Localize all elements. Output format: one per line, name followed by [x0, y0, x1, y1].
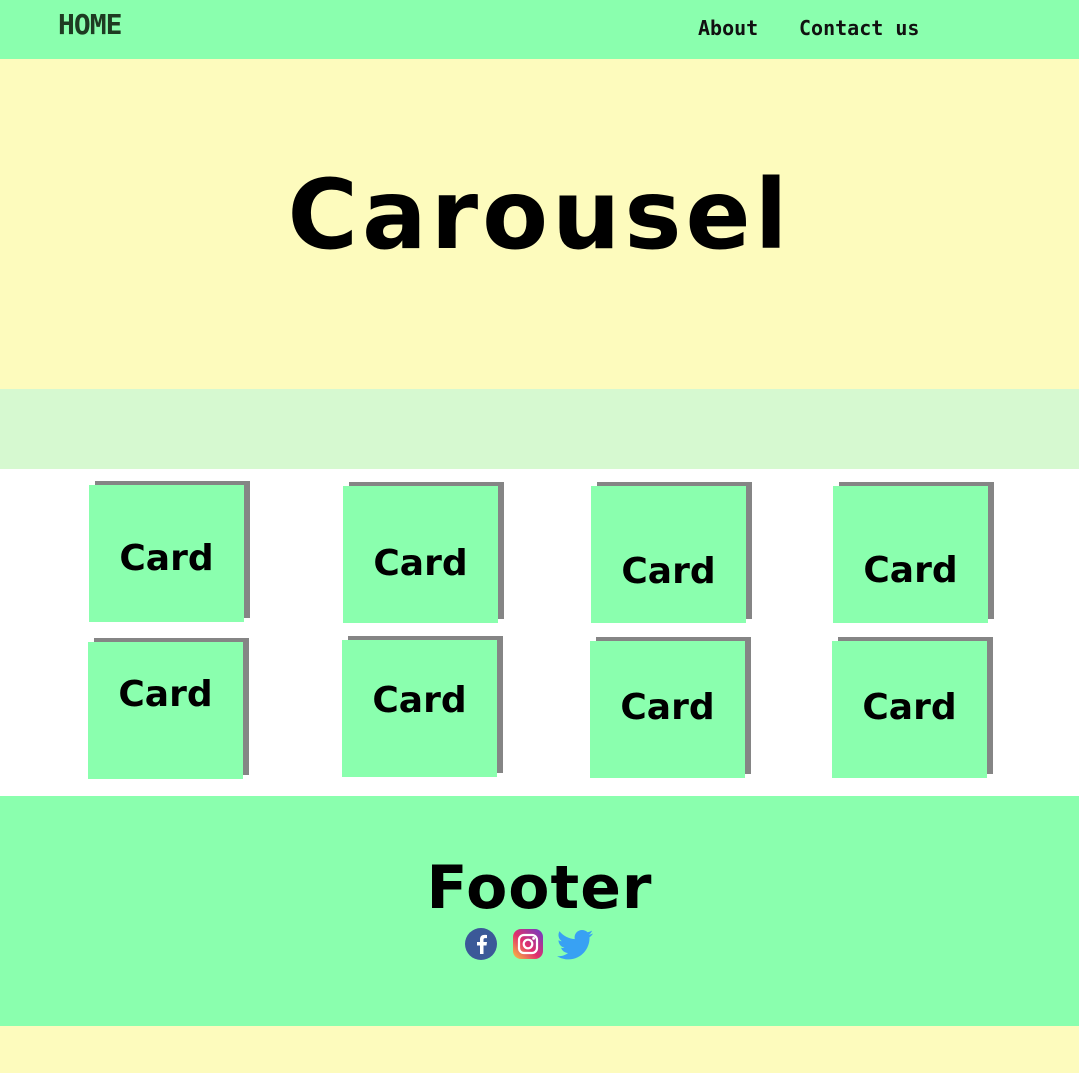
contact-us-link[interactable]: Contact us [799, 16, 919, 40]
footer: Footer [0, 796, 1079, 1026]
card-3[interactable]: Card [591, 486, 746, 623]
twitter-icon[interactable] [557, 927, 593, 961]
card-4[interactable]: Card [833, 486, 988, 623]
top-nav: HOME About Contact us [0, 0, 1079, 59]
facebook-icon[interactable] [464, 927, 498, 961]
card-label: Card [863, 550, 958, 591]
card-8[interactable]: Card [832, 641, 987, 778]
card-6[interactable]: Card [342, 640, 497, 777]
card-2[interactable]: Card [343, 486, 498, 623]
footer-title: Footer [426, 853, 653, 923]
about-link[interactable]: About [698, 16, 758, 40]
card-label: Card [118, 674, 213, 715]
card-7[interactable]: Card [590, 641, 745, 778]
card-label: Card [119, 538, 214, 579]
card-label: Card [621, 551, 716, 592]
hero-title: Carousel [287, 159, 792, 271]
instagram-icon[interactable] [511, 927, 545, 961]
carousel-band [0, 389, 1079, 469]
card-label: Card [862, 687, 957, 728]
bottom-strip [0, 1026, 1079, 1073]
home-link[interactable]: HOME [58, 8, 122, 41]
card-5[interactable]: Card [88, 642, 243, 779]
card-grid: Card Card Card Card Card Card Card Card [0, 469, 1079, 796]
card-1[interactable]: Card [89, 485, 244, 622]
card-label: Card [620, 687, 715, 728]
hero-section: Carousel [0, 59, 1079, 389]
card-label: Card [372, 680, 467, 721]
card-label: Card [373, 543, 468, 584]
